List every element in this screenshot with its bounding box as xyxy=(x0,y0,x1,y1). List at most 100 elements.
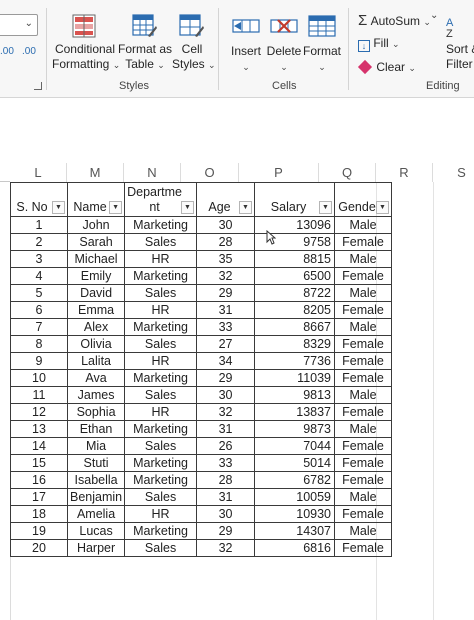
column-header-n[interactable]: N xyxy=(124,163,181,182)
cell-gender[interactable]: Male xyxy=(334,284,393,302)
column-header-m[interactable]: M xyxy=(67,163,124,182)
cell-gender[interactable]: Female xyxy=(334,403,393,421)
cell-sno[interactable]: 15 xyxy=(10,454,68,472)
cell-age[interactable]: 30 xyxy=(196,505,256,523)
cell-salary[interactable]: 10930 xyxy=(254,505,336,523)
cell-salary[interactable]: 9873 xyxy=(254,420,336,438)
cell-department[interactable]: Sales xyxy=(124,437,198,455)
cell-salary[interactable]: 7736 xyxy=(254,352,336,370)
cell-sno[interactable]: 7 xyxy=(10,318,68,336)
cell-name[interactable]: Lalita xyxy=(66,352,126,370)
cell-styles-button[interactable]: Cell Styles ⌄ xyxy=(172,10,216,76)
cell-name[interactable]: Benjamin xyxy=(66,488,126,506)
cell-salary[interactable]: 8722 xyxy=(254,284,336,302)
cell-sno[interactable]: 18 xyxy=(10,505,68,523)
cell-name[interactable]: Amelia xyxy=(66,505,126,523)
cell-age[interactable]: 31 xyxy=(196,301,256,319)
cell-salary[interactable]: 8815 xyxy=(254,250,336,268)
cell-salary[interactable]: 14307 xyxy=(254,522,336,540)
cell-department[interactable]: Marketing xyxy=(124,216,198,234)
format-as-table-button[interactable]: Format as Table ⌄ xyxy=(118,10,172,76)
cell-name[interactable]: Stuti xyxy=(66,454,126,472)
cell-name[interactable]: John xyxy=(66,216,126,234)
cell-name[interactable]: Sarah xyxy=(66,233,126,251)
cell-gender[interactable]: Female xyxy=(334,233,393,251)
column-header-q[interactable]: Q xyxy=(319,163,376,182)
cell-department[interactable]: HR xyxy=(124,352,198,370)
increase-decimal-button[interactable]: .00 xyxy=(22,46,36,57)
cell-department[interactable]: Marketing xyxy=(124,471,198,489)
cell-age[interactable]: 32 xyxy=(196,539,256,557)
cell-gender[interactable]: Male xyxy=(334,488,393,506)
cell-age[interactable]: 30 xyxy=(196,216,256,234)
cell-salary[interactable]: 6782 xyxy=(254,471,336,489)
filter-dropdown-icon[interactable]: ▼ xyxy=(109,201,123,214)
cell-department[interactable]: Sales xyxy=(124,488,198,506)
cell-age[interactable]: 29 xyxy=(196,369,256,387)
cell-name[interactable]: Olivia xyxy=(66,335,126,353)
cell-department[interactable]: Marketing xyxy=(124,369,198,387)
cell-name[interactable]: Sophia xyxy=(66,403,126,421)
cell-gender[interactable]: Female xyxy=(334,454,393,472)
cell-gender[interactable]: Female xyxy=(334,301,393,319)
filter-dropdown-icon[interactable]: ▼ xyxy=(319,201,333,214)
conditional-formatting-button[interactable]: Conditional Formatting ⌄ xyxy=(52,10,120,76)
autosum-button[interactable]: Σ AutoSum ⌄ xyxy=(358,12,431,29)
cell-sno[interactable]: 1 xyxy=(10,216,68,234)
cell-age[interactable]: 32 xyxy=(196,403,256,421)
cell-gender[interactable]: Female xyxy=(334,352,393,370)
clear-button[interactable]: Clear ⌄ xyxy=(357,59,416,75)
cell-age[interactable]: 27 xyxy=(196,335,256,353)
cell-age[interactable]: 31 xyxy=(196,420,256,438)
cell-age[interactable]: 30 xyxy=(196,386,256,404)
cell-gender[interactable]: Male xyxy=(334,420,393,438)
cell-gender[interactable]: Male xyxy=(334,216,393,234)
cell-salary[interactable]: 5014 xyxy=(254,454,336,472)
fill-button[interactable]: ↓ Fill ⌄ xyxy=(358,36,400,52)
cell-department[interactable]: Sales xyxy=(124,284,198,302)
cell-salary[interactable]: 7044 xyxy=(254,437,336,455)
cell-age[interactable]: 32 xyxy=(196,267,256,285)
cell-department[interactable]: HR xyxy=(124,301,198,319)
cell-gender[interactable]: Female xyxy=(334,335,393,353)
cell-salary[interactable]: 6500 xyxy=(254,267,336,285)
cell-name[interactable]: Mia xyxy=(66,437,126,455)
cell-age[interactable]: 26 xyxy=(196,437,256,455)
column-header-l[interactable]: L xyxy=(10,163,67,182)
number-format-dropdown[interactable]: ⌄ xyxy=(0,14,38,36)
cell-sno[interactable]: 8 xyxy=(10,335,68,353)
decrease-decimal-button[interactable]: .00 xyxy=(0,46,14,57)
cell-department[interactable]: Marketing xyxy=(124,267,198,285)
cell-gender[interactable]: Female xyxy=(334,437,393,455)
insert-button[interactable]: Insert ⌄ xyxy=(226,10,266,76)
cell-name[interactable]: Ethan xyxy=(66,420,126,438)
column-header-o[interactable]: O xyxy=(181,163,239,182)
cell-department[interactable]: HR xyxy=(124,250,198,268)
cell-name[interactable]: Alex xyxy=(66,318,126,336)
cell-sno[interactable]: 10 xyxy=(10,369,68,387)
filter-dropdown-icon[interactable]: ▼ xyxy=(239,201,253,214)
cell-department[interactable]: Sales xyxy=(124,233,198,251)
cell-gender[interactable]: Female xyxy=(334,369,393,387)
cell-sno[interactable]: 3 xyxy=(10,250,68,268)
cell-department[interactable]: Marketing xyxy=(124,522,198,540)
cell-gender[interactable]: Male xyxy=(334,386,393,404)
cell-salary[interactable]: 13837 xyxy=(254,403,336,421)
filter-dropdown-icon[interactable]: ▼ xyxy=(181,201,195,214)
cell-age[interactable]: 28 xyxy=(196,471,256,489)
cell-department[interactable]: HR xyxy=(124,505,198,523)
cell-department[interactable]: Sales xyxy=(124,335,198,353)
cell-salary[interactable]: 9813 xyxy=(254,386,336,404)
cell-age[interactable]: 29 xyxy=(196,284,256,302)
cell-salary[interactable]: 8205 xyxy=(254,301,336,319)
cell-age[interactable]: 34 xyxy=(196,352,256,370)
cell-sno[interactable]: 14 xyxy=(10,437,68,455)
cell-sno[interactable]: 6 xyxy=(10,301,68,319)
filter-dropdown-icon[interactable]: ▼ xyxy=(52,201,65,214)
format-button[interactable]: Format ⌄ xyxy=(302,10,342,76)
cell-name[interactable]: Lucas xyxy=(66,522,126,540)
cell-gender[interactable]: Male xyxy=(334,522,393,540)
cell-sno[interactable]: 4 xyxy=(10,267,68,285)
autosum-more[interactable]: ⌄ xyxy=(430,10,438,21)
cell-sno[interactable]: 16 xyxy=(10,471,68,489)
